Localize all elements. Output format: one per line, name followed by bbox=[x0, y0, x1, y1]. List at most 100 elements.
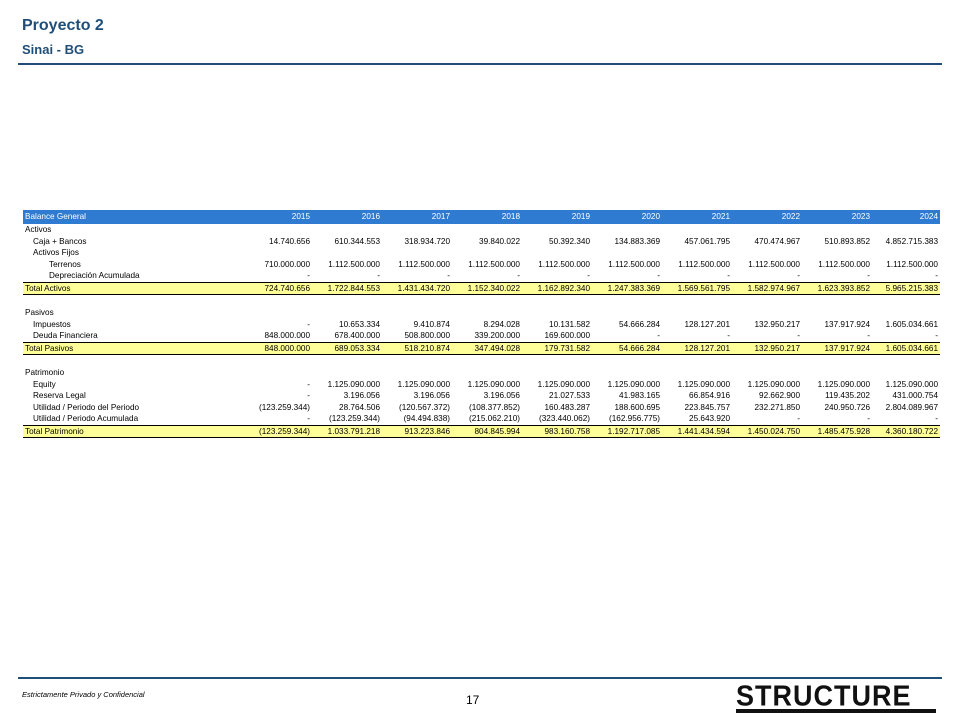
value-cell: 1.125.090.000 bbox=[397, 379, 450, 389]
empty-cell bbox=[452, 307, 522, 319]
value-cell: 1.125.090.000 bbox=[607, 379, 660, 389]
value-cell: (94.494.838) bbox=[403, 414, 450, 423]
value-cell: 1.125.090.000 bbox=[537, 379, 590, 389]
value-cell: 1.112.500.000 bbox=[886, 259, 938, 269]
empty-cell bbox=[872, 224, 940, 236]
empty-cell bbox=[662, 224, 732, 236]
value-cell: 1.112.500.000 bbox=[608, 259, 660, 269]
row-label: Caja + Bancos bbox=[33, 236, 87, 246]
value-cell: - bbox=[797, 271, 800, 280]
value-cell bbox=[312, 247, 382, 259]
page-number: 17 bbox=[466, 693, 480, 707]
value-cell: - bbox=[307, 379, 310, 389]
value-cell: (120.567.372) bbox=[399, 402, 450, 412]
value-cell: 5.965.215.383 bbox=[872, 281, 940, 295]
year-header-cell: 2021 bbox=[662, 210, 732, 224]
value-cell: 1.192.717.085 bbox=[592, 424, 662, 438]
empty-cell bbox=[242, 224, 312, 236]
empty-cell bbox=[872, 307, 940, 319]
year-header-cell: 2023 bbox=[802, 210, 872, 224]
table-row: Terrenos 710.000.000 1.112.500.000 1.112.50… bbox=[23, 259, 940, 271]
value-cell: 119.435.202 bbox=[825, 391, 870, 400]
value-cell: - bbox=[657, 271, 660, 280]
total-row: Total Activos 724.740.656 1.722.844.553 1.4… bbox=[23, 281, 940, 295]
value-cell: - bbox=[867, 331, 870, 340]
value-cell: 689.053.334 bbox=[312, 341, 382, 355]
spacer-cell bbox=[23, 295, 940, 308]
year-header-cell: 2017 bbox=[382, 210, 452, 224]
row-label: Deuda Financiera bbox=[33, 331, 98, 340]
empty-cell bbox=[522, 307, 592, 319]
value-cell: 1.112.500.000 bbox=[398, 259, 450, 269]
empty-cell bbox=[592, 367, 662, 379]
value-cell: 1.152.340.022 bbox=[452, 281, 522, 295]
value-cell: - bbox=[307, 271, 310, 280]
table-row: Deuda Financiera 848.000.000 678.400.000 50… bbox=[23, 330, 940, 342]
value-cell: 8.294.028 bbox=[483, 319, 520, 329]
empty-cell bbox=[662, 307, 732, 319]
value-cell: (162.956.775) bbox=[609, 414, 660, 423]
value-cell: 3.196.056 bbox=[413, 391, 450, 400]
value-cell: 1.441.434.594 bbox=[662, 424, 732, 438]
structure-logo: STRUCTURE bbox=[736, 682, 936, 714]
value-cell: 4.852.715.383 bbox=[885, 236, 938, 246]
value-cell: 1.605.034.661 bbox=[885, 319, 938, 329]
value-cell: 804.845.994 bbox=[452, 424, 522, 438]
value-cell: 1.569.561.795 bbox=[662, 281, 732, 295]
year-header-cell: 2019 bbox=[522, 210, 592, 224]
value-cell: - bbox=[727, 331, 730, 340]
value-cell: 339.200.000 bbox=[474, 331, 520, 340]
row-label: Impuestos bbox=[33, 319, 71, 329]
empty-cell bbox=[242, 307, 312, 319]
row-label: Depreciación Acumulada bbox=[49, 271, 140, 280]
value-cell: 188.600.695 bbox=[614, 402, 660, 412]
total-row: Total Pasivos 848.000.000 689.053.334 518.2… bbox=[23, 341, 940, 355]
value-cell bbox=[452, 247, 522, 259]
value-cell: 14.740.656 bbox=[269, 236, 310, 246]
empty-cell bbox=[242, 367, 312, 379]
table-row: Equity - 1.125.090.000 1.125.090.000 1.125.0… bbox=[23, 379, 940, 391]
table-header-row: Balance General 2015 2016 2017 2018 2019 2020 2… bbox=[23, 210, 940, 224]
empty-cell bbox=[802, 224, 872, 236]
row-label: Reserva Legal bbox=[33, 391, 86, 400]
empty-cell bbox=[312, 367, 382, 379]
value-cell: - bbox=[307, 414, 310, 423]
balance-general-table: Balance General 2015 2016 2017 2018 2019 2020 2… bbox=[23, 210, 940, 438]
table-row: Depreciación Acumulada - - - - - - - - - - bbox=[23, 270, 940, 282]
value-cell: 1.112.500.000 bbox=[748, 259, 800, 269]
row-label: Activos Fijos bbox=[33, 248, 79, 257]
year-header-cell: 2022 bbox=[732, 210, 802, 224]
year-header-cell: 2018 bbox=[452, 210, 522, 224]
empty-cell bbox=[452, 367, 522, 379]
value-cell: 1.125.090.000 bbox=[885, 379, 938, 389]
value-cell: - bbox=[587, 271, 590, 280]
table-row: Reserva Legal - 3.196.056 3.196.056 3.196.05… bbox=[23, 390, 940, 402]
value-cell: - bbox=[307, 391, 310, 400]
value-cell: (323.440.062) bbox=[539, 414, 590, 423]
value-cell: 240.950.726 bbox=[824, 402, 870, 412]
empty-cell bbox=[592, 224, 662, 236]
value-cell: - bbox=[935, 331, 938, 340]
value-cell: - bbox=[797, 414, 800, 423]
empty-cell bbox=[802, 307, 872, 319]
value-cell: 41.983.165 bbox=[619, 391, 660, 400]
value-cell bbox=[732, 247, 802, 259]
value-cell: 1.582.974.967 bbox=[732, 281, 802, 295]
row-label: Total Activos bbox=[23, 281, 242, 295]
row-label: Equity bbox=[33, 379, 56, 389]
value-cell bbox=[522, 247, 592, 259]
empty-cell bbox=[732, 307, 802, 319]
value-cell: 518.210.874 bbox=[382, 341, 452, 355]
table-row: Caja + Bancos 14.740.656 610.344.553 318.93… bbox=[23, 236, 940, 248]
value-cell bbox=[242, 247, 312, 259]
value-cell: (215.062.210) bbox=[469, 414, 520, 423]
value-cell: 10.131.582 bbox=[549, 319, 590, 329]
value-cell: 1.112.500.000 bbox=[468, 259, 520, 269]
row-label: Total Pasivos bbox=[23, 341, 242, 355]
value-cell: 223.845.757 bbox=[684, 402, 730, 412]
value-cell: 1.605.034.661 bbox=[872, 341, 940, 355]
value-cell: 1.722.844.553 bbox=[312, 281, 382, 295]
table-title-cell: Balance General bbox=[23, 210, 242, 224]
confidentiality-note: Estrictamente Privado y Confidencial bbox=[22, 690, 145, 699]
value-cell: 4.360.180.722 bbox=[872, 424, 940, 438]
